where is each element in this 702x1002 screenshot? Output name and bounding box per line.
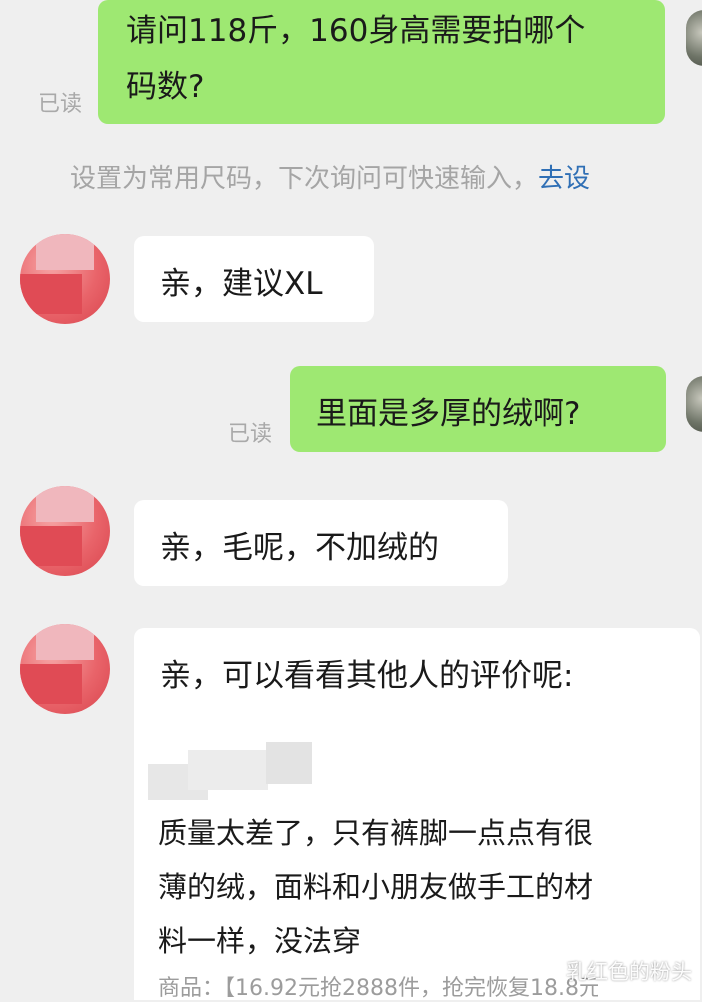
review-text-line: 质量太差了，只有裤脚一点点有很 <box>158 816 594 850</box>
review-text-line: 料一样，没法穿 <box>158 924 362 958</box>
message-text-line: 码数? <box>126 69 205 105</box>
message-text-line: 请问118斤，160身高需要拍哪个 <box>126 13 586 49</box>
read-receipt: 已读 <box>38 92 83 117</box>
message-heading: 亲，可以看看其他人的评价呢: <box>160 658 574 694</box>
seller-avatar[interactable] <box>20 486 110 576</box>
review-text-line: 薄的绒，面料和小朋友做手工的材 <box>158 870 594 904</box>
message-text: 亲，建议XL <box>160 266 323 302</box>
size-notice: 设置为常用尺码，下次询问可快速输入，去设 <box>70 158 590 195</box>
review-message-bubble[interactable]: 亲，可以看看其他人的评价呢: 质量太差了，只有裤脚一点点有很 薄的绒，面料和小朋… <box>134 628 700 1002</box>
wechat-channel-icon <box>536 963 562 979</box>
set-size-link[interactable]: 去设 <box>538 164 590 194</box>
seller-avatar[interactable] <box>20 624 110 714</box>
watermark: 乳红色的粉头 <box>536 956 692 986</box>
notice-text: 设置为常用尺码，下次询问可快速输入， <box>70 164 539 194</box>
user-avatar[interactable] <box>686 376 702 432</box>
sent-message-bubble[interactable]: 请问118斤，160身高需要拍哪个 码数? <box>98 0 665 124</box>
user-avatar[interactable] <box>686 10 702 66</box>
seller-avatar[interactable] <box>20 234 110 324</box>
reviewer-name-blurred <box>148 742 312 800</box>
message-text: 里面是多厚的绒啊? <box>316 396 581 432</box>
message-text: 亲，毛呢，不加绒的 <box>160 530 439 566</box>
received-message-bubble[interactable]: 亲，建议XL <box>134 236 374 322</box>
sent-message-bubble[interactable]: 里面是多厚的绒啊? <box>290 366 666 452</box>
watermark-text: 乳红色的粉头 <box>566 960 692 984</box>
read-receipt: 已读 <box>228 422 273 447</box>
product-line[interactable]: 商品：【16.92元抢2888件，抢完恢复18.8元 <box>158 970 598 1002</box>
received-message-bubble[interactable]: 亲，毛呢，不加绒的 <box>134 500 508 586</box>
